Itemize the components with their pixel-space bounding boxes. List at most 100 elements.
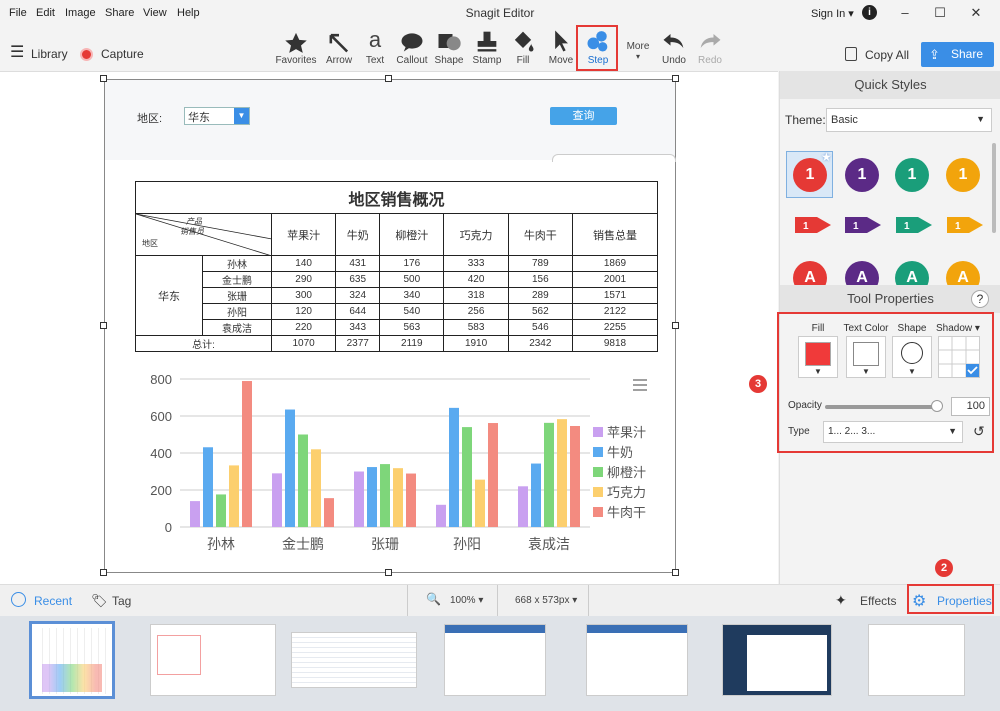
library-button[interactable]: Library xyxy=(31,47,68,61)
legend-label: 牛肉干 xyxy=(607,506,646,521)
maximize-button[interactable]: ☐ xyxy=(930,5,950,21)
svg-text:1: 1 xyxy=(955,221,961,232)
highlight-step-box xyxy=(576,25,618,71)
capture-thumbnail[interactable] xyxy=(722,624,832,696)
legend-label: 牛奶 xyxy=(607,446,633,461)
theme-select[interactable]: Basic ▼ xyxy=(826,108,992,132)
size-dropdown[interactable]: 668 x 573px ▾ xyxy=(515,595,577,606)
recent-tab[interactable]: Recent xyxy=(34,594,72,608)
style-orange-tag[interactable]: 1 xyxy=(945,213,985,237)
minimize-button[interactable]: – xyxy=(895,5,915,21)
style-red-number[interactable]: 1 xyxy=(793,158,827,192)
style-purple-letter[interactable]: A xyxy=(845,261,879,285)
style-teal-number[interactable]: 1 xyxy=(895,158,929,192)
opacity-input[interactable]: 100 xyxy=(951,397,990,416)
resize-handle[interactable] xyxy=(385,569,392,576)
text-color-button[interactable]: ▼ xyxy=(846,336,886,378)
table-cell: 340 xyxy=(379,287,445,304)
reset-icon[interactable]: ↺ xyxy=(973,423,985,440)
total-cell: 1910 xyxy=(443,335,509,352)
style-teal-tag[interactable]: 1 xyxy=(894,213,934,237)
tool-shape[interactable]: Shape xyxy=(428,27,470,71)
capture-thumbnail[interactable] xyxy=(868,624,965,696)
shape-select-button[interactable]: ▼ xyxy=(892,336,932,378)
resize-handle[interactable] xyxy=(385,75,392,82)
shadow-direction-grid[interactable] xyxy=(938,336,980,378)
type-select[interactable]: 1... 2... 3... ▼ xyxy=(823,421,963,443)
annotation-badge-3: 3 xyxy=(749,375,767,393)
table-row: 金士鹏 290 635 500 420 156 2001 xyxy=(136,271,659,288)
copy-all-button[interactable]: Copy All xyxy=(865,48,909,62)
capture-thumbnail[interactable] xyxy=(291,632,417,688)
hamburger-icon[interactable]: ☰ xyxy=(10,42,24,62)
resize-handle[interactable] xyxy=(100,322,107,329)
tool-favorites[interactable]: Favorites xyxy=(274,27,318,71)
resize-handle[interactable] xyxy=(672,75,679,82)
shadow-grid-icon xyxy=(939,337,979,377)
close-button[interactable]: ✕ xyxy=(966,5,986,21)
table-cell: 562 xyxy=(507,303,573,320)
chart-bar xyxy=(203,447,213,527)
menu-image[interactable]: Image xyxy=(65,7,96,19)
table-cell: 635 xyxy=(335,271,381,288)
menu-view[interactable]: View xyxy=(143,7,167,19)
shape-label: Shape xyxy=(897,323,927,334)
info-icon[interactable]: i xyxy=(862,5,877,20)
capture-button[interactable]: Capture xyxy=(101,47,144,61)
style-teal-letter[interactable]: A xyxy=(895,261,929,285)
collapse-tab[interactable] xyxy=(552,154,676,162)
styles-scrollbar[interactable] xyxy=(992,143,996,233)
zoom-dropdown[interactable]: 100% ▾ xyxy=(450,595,483,606)
capture-record-icon[interactable] xyxy=(80,48,93,61)
style-red-tag[interactable]: 1 xyxy=(793,213,833,237)
capture-thumbnail[interactable] xyxy=(586,624,688,696)
svg-text:1: 1 xyxy=(803,221,809,232)
style-purple-number[interactable]: 1 xyxy=(845,158,879,192)
menu-share[interactable]: Share xyxy=(105,7,134,19)
query-button[interactable]: 查询 xyxy=(550,107,617,125)
resize-handle[interactable] xyxy=(100,75,107,82)
tool-text[interactable]: a Text xyxy=(354,27,396,71)
share-button[interactable]: ⇪ Share xyxy=(921,42,994,67)
region-select[interactable]: 华东 ▼ xyxy=(184,107,250,125)
fill-color-button[interactable]: ▼ xyxy=(798,336,838,378)
resize-handle[interactable] xyxy=(100,569,107,576)
capture-thumbnail[interactable] xyxy=(444,624,546,696)
resize-handle[interactable] xyxy=(672,569,679,576)
capture-thumbnail[interactable] xyxy=(150,624,276,696)
tool-shape-label: Shape xyxy=(434,55,464,66)
zoom-icon: 🔍 xyxy=(426,592,441,606)
chart-bar xyxy=(354,471,364,527)
capture-thumbnail[interactable] xyxy=(29,621,115,699)
tool-fill[interactable]: Fill xyxy=(502,27,544,71)
help-icon[interactable]: ? xyxy=(971,290,989,308)
shadow-dropdown[interactable]: Shadow ▾ xyxy=(934,323,982,334)
divider xyxy=(407,585,408,616)
menu-help[interactable]: Help xyxy=(177,7,200,19)
opacity-slider-track[interactable] xyxy=(825,405,937,409)
resize-handle[interactable] xyxy=(672,322,679,329)
chart-bar xyxy=(531,463,541,527)
legend-label: 柳橙汁 xyxy=(607,466,646,481)
chevron-down-icon: ▼ xyxy=(234,108,249,124)
chart-bar xyxy=(462,427,472,527)
x-tick-label: 孙阳 xyxy=(453,537,481,553)
total-cell: 1070 xyxy=(270,335,337,352)
tag-tab[interactable]: Tag xyxy=(112,594,131,608)
chart-bar xyxy=(285,409,295,527)
effects-button[interactable]: Effects xyxy=(860,594,896,608)
chart-bar xyxy=(380,464,390,527)
fill-swatch xyxy=(805,342,831,366)
sign-in-button[interactable]: Sign In ▾ xyxy=(811,7,854,20)
menu-file[interactable]: File xyxy=(9,7,27,19)
redo-button[interactable]: Redo xyxy=(689,27,731,71)
style-purple-tag[interactable]: 1 xyxy=(843,213,883,237)
style-orange-letter[interactable]: A xyxy=(946,261,980,285)
style-orange-number[interactable]: 1 xyxy=(946,158,980,192)
highlight-properties-button xyxy=(907,584,994,614)
legend-swatch xyxy=(593,447,603,457)
style-red-letter[interactable]: A xyxy=(793,261,827,285)
menu-edit[interactable]: Edit xyxy=(36,7,55,19)
opacity-slider-thumb[interactable] xyxy=(931,400,943,412)
tool-callout[interactable]: Callout xyxy=(391,27,433,71)
